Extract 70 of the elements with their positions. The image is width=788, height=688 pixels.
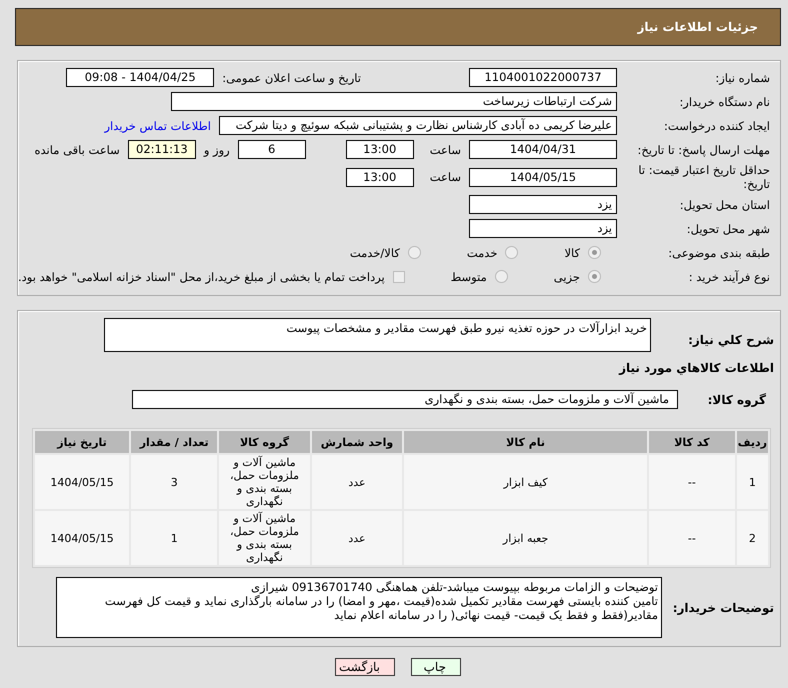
date-field[interactable]: 1404/04/31 — [469, 140, 617, 159]
checkbox[interactable] — [392, 270, 405, 282]
radio-button[interactable] — [588, 270, 601, 283]
back-button[interactable]: بازگشت — [335, 658, 395, 676]
column-header: تاریخ نیاز — [35, 431, 130, 453]
table-cell: 1 — [736, 455, 768, 509]
field-label: شرح کلي نياز: — [687, 333, 774, 347]
field-label: گروه کالا: — [706, 392, 766, 406]
page-title: جزئیات اطلاعات نیاز — [637, 20, 758, 34]
radio-button[interactable] — [408, 246, 421, 259]
field-label: تاریخ و ساعت اعلان عمومی: — [222, 70, 361, 84]
table-cell: کیف ابزار — [404, 455, 647, 509]
field-label: حداقل تاریخ اعتبار قیمت: تا تاریخ: — [637, 163, 770, 191]
option-label: کالا/خدمت — [350, 246, 400, 260]
option-label: کالا — [564, 246, 580, 260]
field-label: ساعت باقی مانده — [34, 142, 120, 156]
table-cell: عدد — [312, 511, 402, 565]
time-field[interactable]: 13:00 — [346, 168, 414, 186]
need-number-field[interactable]: 1104001022000737 — [469, 68, 617, 87]
requester-field[interactable]: علیرضا کریمی ده آبادی کارشناس نظارت و پشتیبانی شبکه سوئیچ و دیتا شرکت — [219, 116, 617, 135]
column-header: نام کالا — [404, 431, 647, 453]
field-label: مهلت ارسال پاسخ: تا تاریخ: — [636, 142, 770, 156]
radio-button[interactable] — [494, 270, 508, 283]
table-cell: جعبه ابزار — [404, 511, 647, 565]
field-label: توضیحات خریدار: — [672, 600, 774, 614]
option-label: پرداخت تمام یا بخشی از مبلغ خرید،از محل "اسناد خزانه اسلامی" خواهد بود. — [18, 270, 385, 284]
print-button[interactable]: چاپ — [411, 658, 461, 676]
column-header: گروه کالا — [219, 431, 310, 453]
buyer-org-field[interactable]: شرکت ارتباطات زیرساخت — [171, 92, 617, 111]
table-cell: 1404/05/15 — [35, 455, 130, 509]
table-cell: عدد — [312, 455, 402, 509]
field-label: شماره نیاز: — [714, 70, 770, 84]
province-field[interactable]: یزد — [469, 195, 617, 214]
option-label: متوسط — [450, 270, 487, 284]
option-label: خدمت — [466, 246, 498, 260]
field-label: روز و — [204, 142, 230, 156]
field-label: استان محل تحویل: — [678, 198, 770, 212]
table-cell: 3 — [131, 455, 218, 509]
radio-button[interactable] — [588, 246, 601, 259]
buyer-contact-link[interactable]: اطلاعات تماس خریدار — [104, 118, 211, 132]
column-header: ردیف — [736, 431, 768, 453]
column-header: واحد شمارش — [312, 431, 402, 453]
date-field[interactable]: 1404/05/15 — [469, 168, 617, 186]
field-label: طبقه بندی موضوعی: — [667, 246, 770, 260]
goods-group-field[interactable]: ماشین آلات و ملزومات حمل، بسته بندی و نگهداری — [132, 390, 678, 409]
table-cell: ماشین آلات و ملزومات حمل، بسته بندی و نگهداری — [219, 511, 310, 565]
field-label: نوع فرآیند خرید : — [688, 270, 770, 284]
section-title: اطلاعات کالاهاي مورد نياز — [618, 361, 774, 375]
table-cell: -- — [648, 511, 735, 565]
table-cell: 1404/05/15 — [35, 511, 130, 565]
table-cell: ماشین آلات و ملزومات حمل، بسته بندی و نگهداری — [219, 455, 310, 509]
column-header: کد کالا — [648, 431, 735, 453]
remaining-time-field[interactable]: 02:11:13 — [128, 140, 196, 159]
table-cell: 1 — [131, 511, 218, 565]
buyer-notes-field[interactable]: توضیحات و الزامات مربوطه بپیوست میباشد-تلفن هماهنگی 09136701740 شیرازی تامین کننده بایستی فهرست مقادیر تکمیل شده(قیمت ،مهر و امضا) را در سامانه بارگذاری نماید و قیمت کل فهرست مقادیر(فقط و فقط یک قیمت- قیمت نهائی( را در سامانه اعلام نماید — [56, 577, 662, 638]
field-label: شهر محل تحویل: — [686, 222, 770, 236]
table-cell: -- — [648, 455, 735, 509]
radio-button[interactable] — [505, 246, 518, 259]
city-field[interactable]: یزد — [469, 219, 617, 238]
description-field[interactable]: خرید ابزارآلات در حوزه تغذیه نیرو طبق فهرست مقادیر و مشخصات پیوست — [104, 318, 651, 352]
field-label: ساعت — [430, 142, 461, 156]
time-field[interactable]: 13:00 — [346, 140, 414, 159]
announce-date-field[interactable]: 1404/04/25 - 09:08 — [66, 68, 214, 87]
days-field[interactable]: 6 — [238, 140, 306, 159]
field-label: ساعت — [430, 170, 461, 184]
field-label: نام دستگاه خریدار: — [678, 94, 770, 108]
field-label: ایجاد کننده درخواست: — [663, 118, 770, 132]
option-label: جزیی — [554, 270, 580, 284]
table-cell: 2 — [736, 511, 768, 565]
column-header: تعداد / مقدار — [131, 431, 218, 453]
